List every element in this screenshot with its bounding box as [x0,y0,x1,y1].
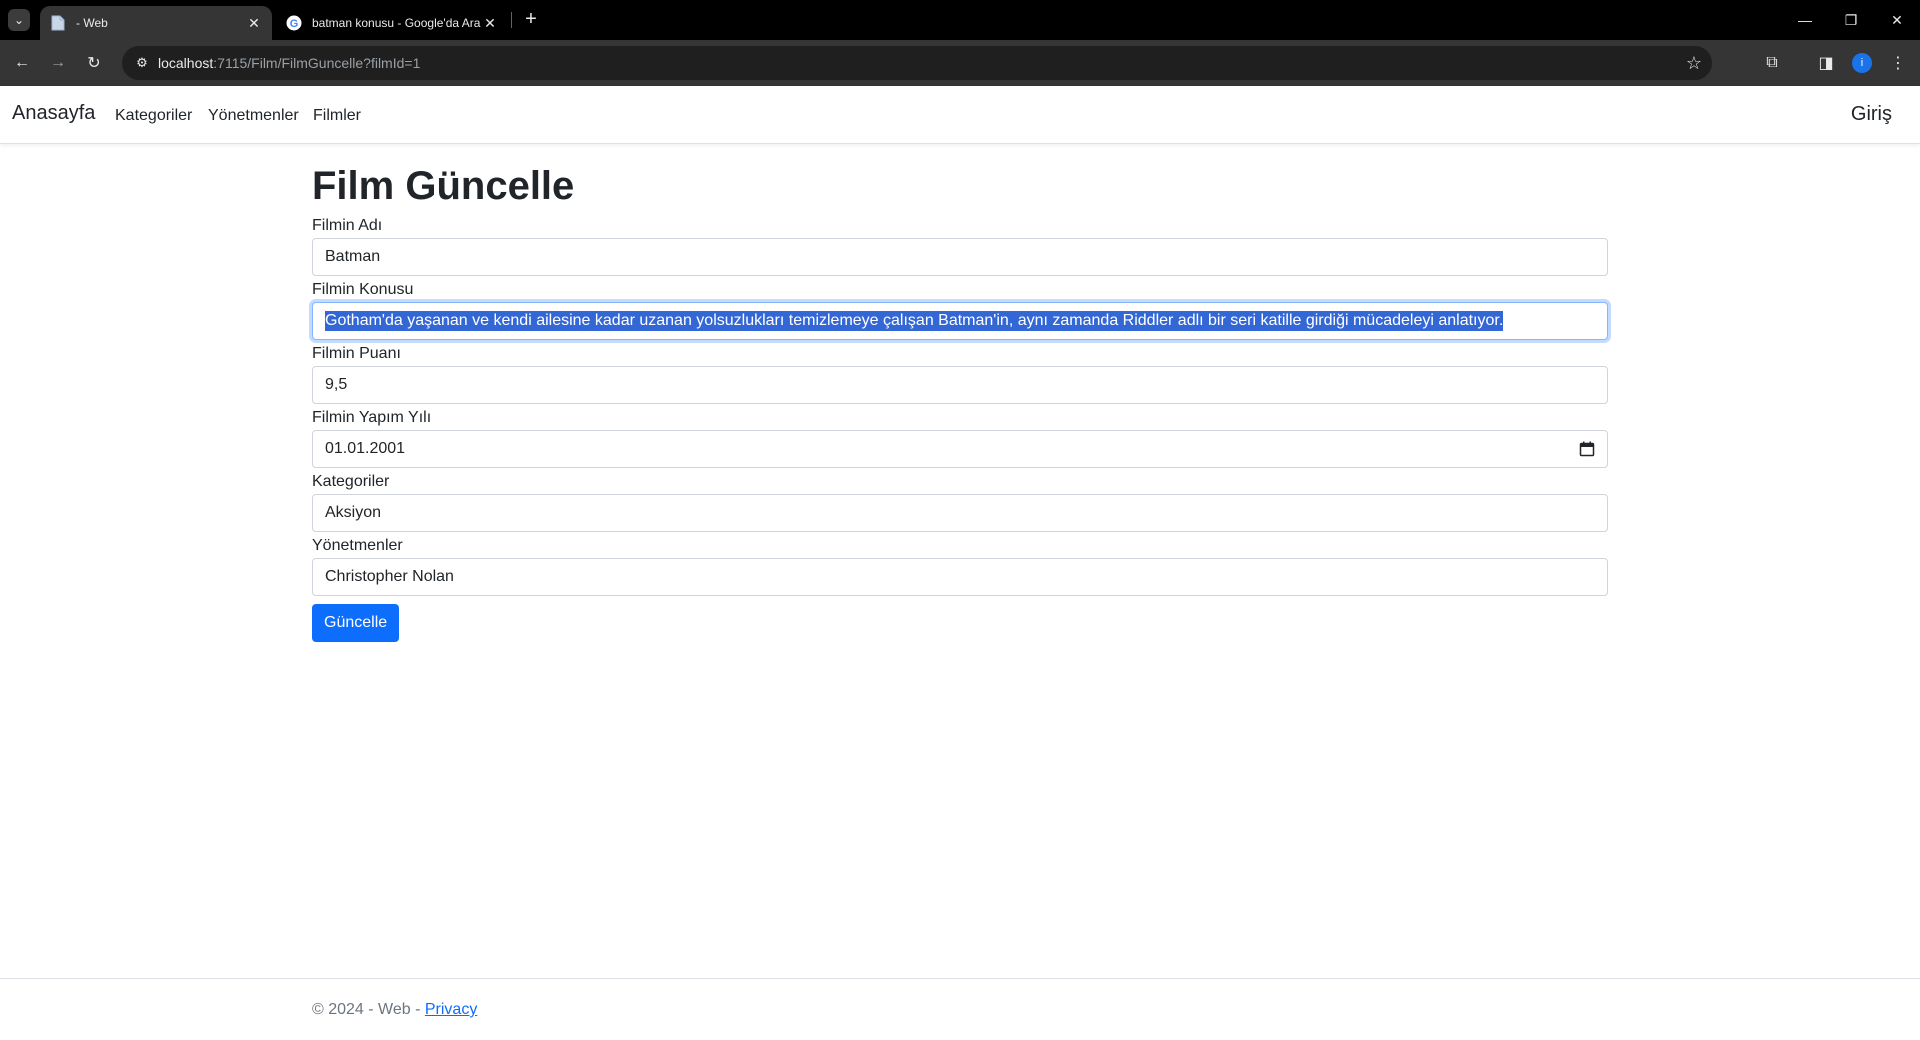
film-date-input[interactable]: 01.01.2001 [312,430,1608,468]
nav-link-kategoriler[interactable]: Kategoriler [115,107,192,125]
extensions-icon[interactable]: ⧉ [1758,49,1786,77]
update-button[interactable]: Güncelle [312,604,400,642]
back-icon[interactable]: ← [8,49,36,77]
film-name-input[interactable]: Batman [312,238,1608,276]
tab-web[interactable]: - Web ✕ [40,6,272,40]
reload-icon[interactable]: ↻ [80,49,108,77]
field-label-rating: Filmin Puanı [312,345,401,362]
footer: © 2024 - Web - Privacy [0,978,1920,1040]
close-window-icon[interactable]: ✕ [1874,0,1920,40]
profile-avatar[interactable]: i [1848,49,1876,77]
document-icon [50,15,66,31]
calendar-icon[interactable] [1579,441,1595,457]
new-tab-icon[interactable]: + [520,8,542,30]
minimize-icon[interactable]: — [1782,0,1828,40]
browser-toolbar: ← → ↻ ⚙ localhost:7115/Film/FilmGuncelle… [0,40,1920,86]
navbar-brand[interactable]: Anasayfa [12,102,95,125]
privacy-link[interactable]: Privacy [425,1001,477,1018]
tab-divider [511,12,512,28]
forward-icon[interactable]: → [44,49,72,77]
film-update-form: Film Güncelle Filmin Adı Batman Filmin K… [312,160,1608,642]
close-tab-icon[interactable]: ✕ [246,15,262,31]
bookmark-star-icon[interactable]: ☆ [1686,53,1702,73]
restore-icon[interactable]: ❐ [1828,0,1874,40]
tab-title: batman konusu - Google'da Ara [312,16,481,30]
tab-google-search[interactable]: G batman konusu - Google'da Ara ✕ [276,6,508,40]
director-select[interactable]: Christopher Nolan [312,558,1608,596]
nav-link-filmler[interactable]: Filmler [313,107,361,125]
google-icon: G [286,15,302,31]
side-panel-icon[interactable]: ◨ [1812,49,1840,77]
url-text[interactable]: localhost:7115/Film/FilmGuncelle?filmId=… [158,55,420,71]
field-label-year: Filmin Yapım Yılı [312,409,432,426]
tab-search-chevron-icon[interactable]: ⌄ [8,9,30,31]
film-plot-input[interactable]: Gotham'da yaşanan ve kendi ailesine kada… [312,302,1608,340]
page-title: Film Güncelle [312,164,575,208]
footer-text: © 2024 - Web - Privacy [312,1001,478,1018]
film-rating-input[interactable]: 9,5 [312,366,1608,404]
category-select[interactable]: Aksiyon [312,494,1608,532]
selected-plot-text: Gotham'da yaşanan ve kendi ailesine kada… [325,311,1504,331]
site-navbar: Anasayfa Kategoriler Yönetmenler Filmler… [0,86,1920,144]
login-link[interactable]: Giriş [1851,103,1892,126]
tab-title: - Web [76,16,108,30]
field-label-directors: Yönetmenler [312,537,403,554]
field-label-categories: Kategoriler [312,473,390,490]
field-label-plot: Filmin Konusu [312,281,414,298]
close-tab-icon[interactable]: ✕ [482,15,498,31]
menu-icon[interactable]: ⋮ [1884,49,1912,77]
site-info-icon[interactable]: ⚙ [126,47,158,79]
field-label-name: Filmin Adı [312,217,383,234]
address-bar[interactable]: ⚙ localhost:7115/Film/FilmGuncelle?filmI… [122,46,1712,80]
nav-link-yonetmenler[interactable]: Yönetmenler [208,107,299,125]
svg-text:G: G [290,18,299,30]
browser-tab-strip: ⌄ - Web ✕ G batman konusu - Google'da Ar… [0,0,1920,40]
